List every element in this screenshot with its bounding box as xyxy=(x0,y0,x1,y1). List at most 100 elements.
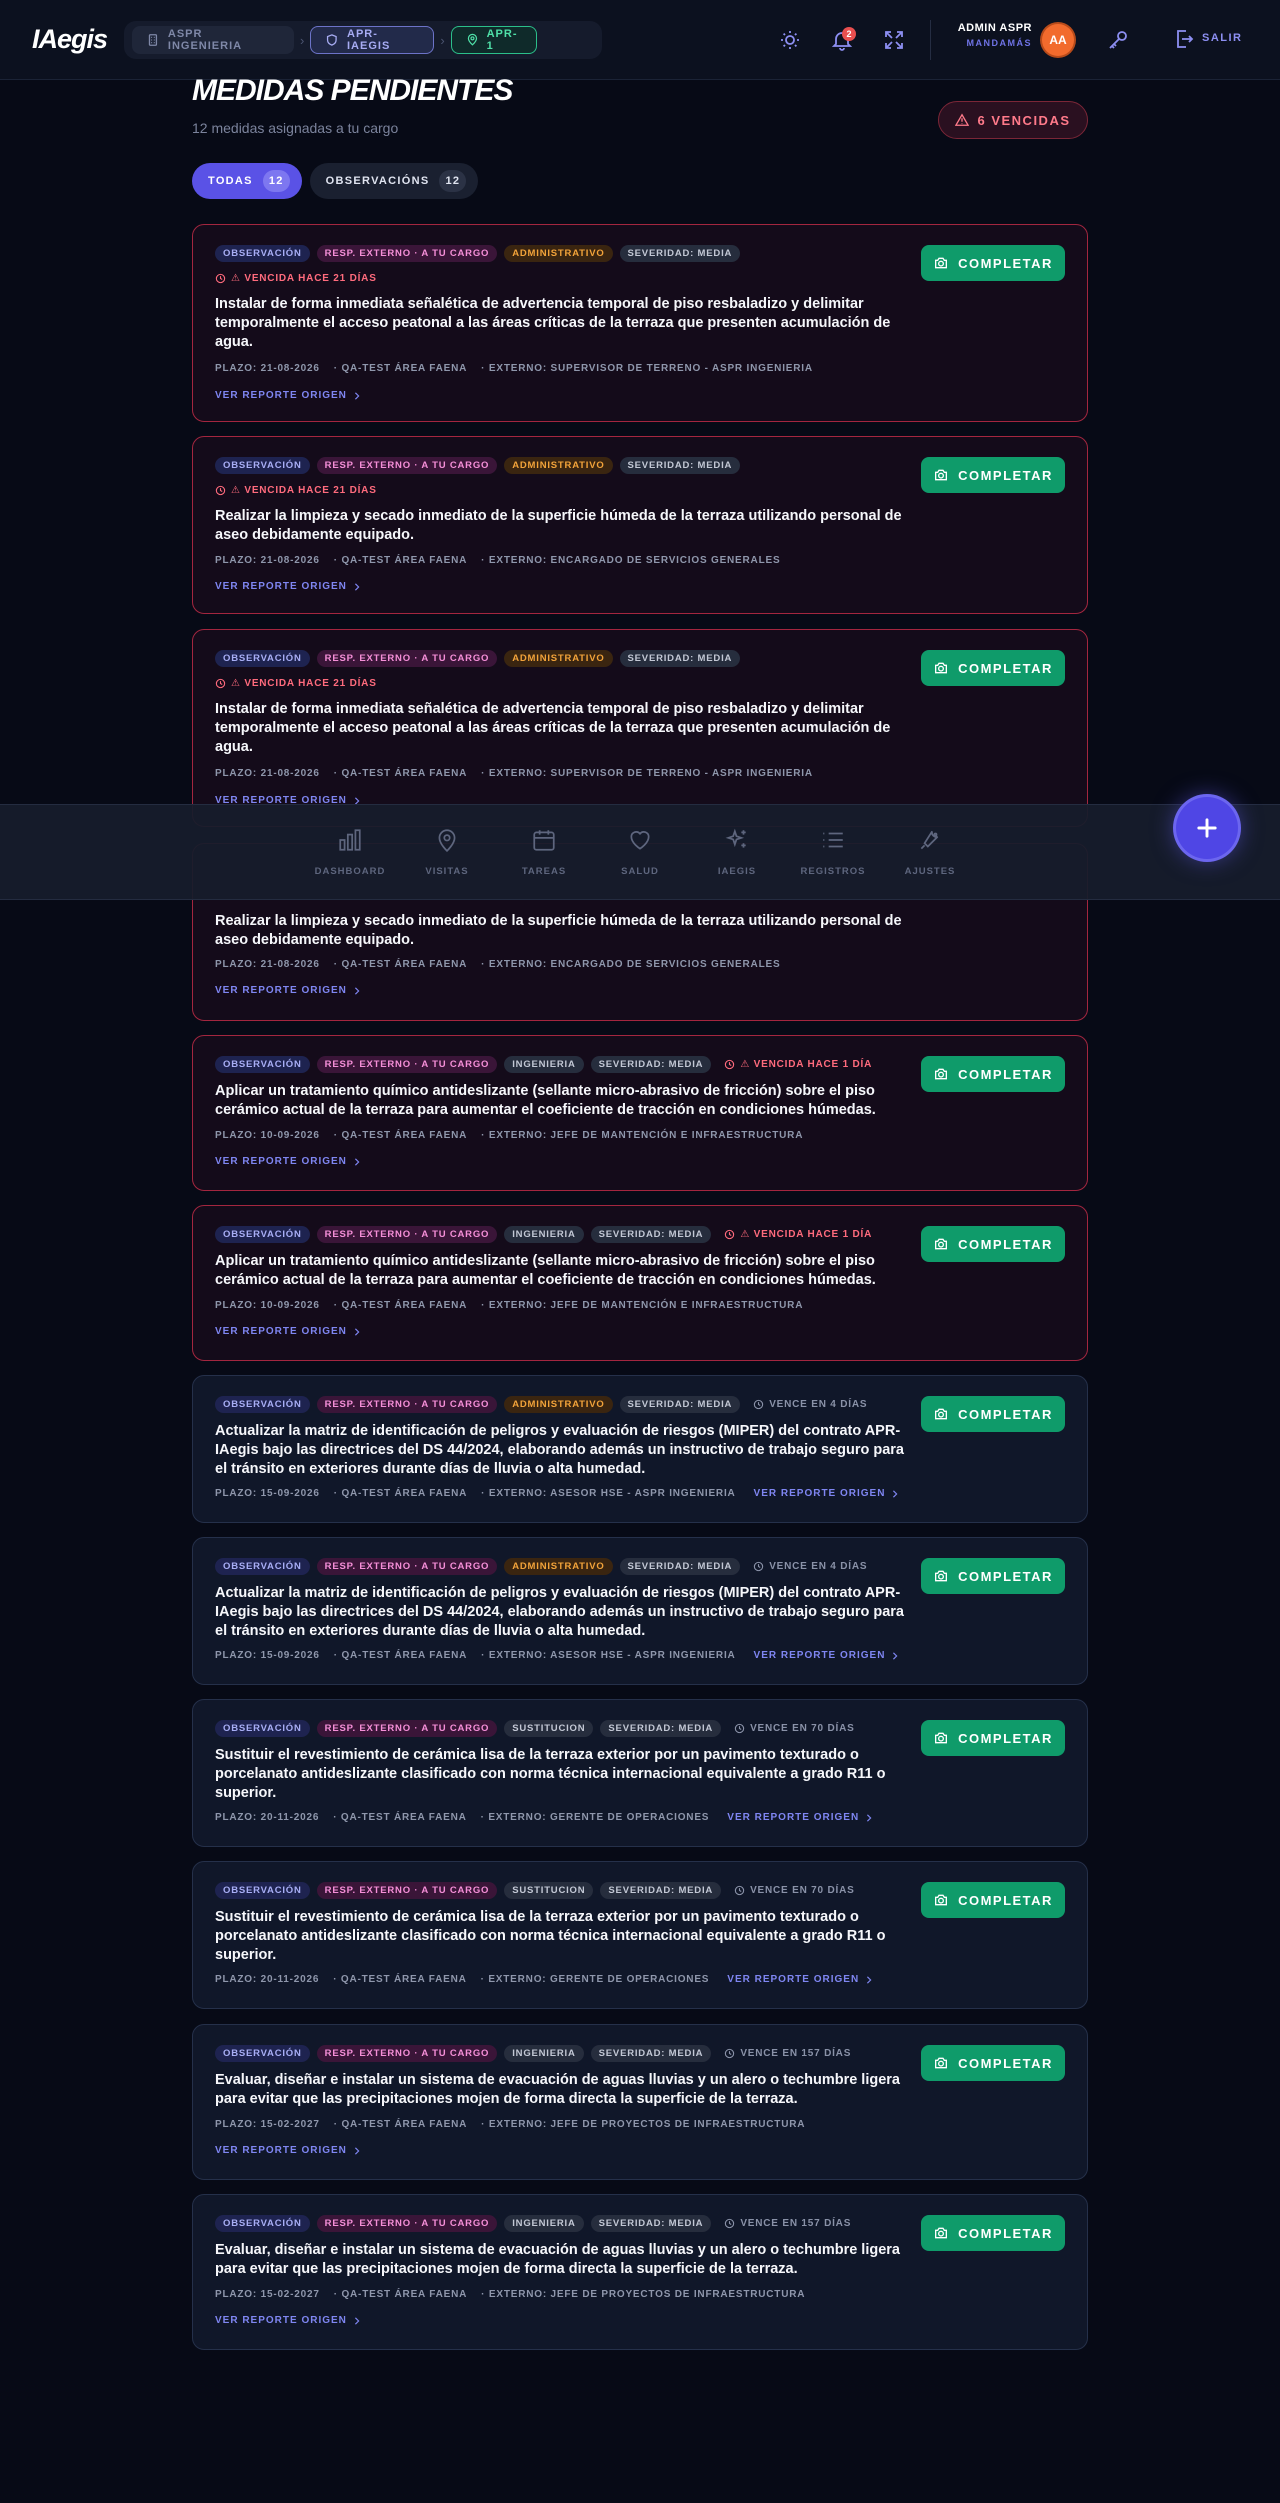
deadline: PLAZO: 21-08-2026 xyxy=(215,768,320,779)
logout-button[interactable]: SALIR xyxy=(1202,32,1243,44)
measure-card: OBSERVACIÓN RESP. EXTERNO · A TU CARGO ING… xyxy=(192,1035,1088,1191)
tag-badge: INGENIERIA xyxy=(504,2215,584,2232)
tag-badge: OBSERVACIÓN xyxy=(215,245,310,262)
complete-button[interactable]: COMPLETAR xyxy=(921,1882,1065,1918)
view-source-report-link[interactable]: VER REPORTE ORIGEN xyxy=(215,1156,361,1167)
due-status-label: ⚠ VENCIDA HACE 1 DÍA xyxy=(740,1229,873,1240)
camera-icon xyxy=(935,1238,948,1250)
breadcrumb-site[interactable]: APR-1 xyxy=(450,26,537,54)
view-source-report-link[interactable]: VER REPORTE ORIGEN xyxy=(727,1812,873,1823)
clock-icon xyxy=(725,1059,735,1070)
filter-tab-todas[interactable]: TODAS 12 xyxy=(192,163,302,199)
due-status-label: VENCE EN 4 DÍAS xyxy=(769,1561,868,1572)
complete-button[interactable]: COMPLETAR xyxy=(921,1720,1065,1756)
view-source-report-link[interactable]: VER REPORTE ORIGEN xyxy=(727,1974,873,1985)
camera-icon xyxy=(935,2057,948,2069)
card-tags: OBSERVACIÓN RESP. EXTERNO · A TU CARGO ADM… xyxy=(215,457,741,474)
tag-badge: SEVERIDAD: MEDIA xyxy=(600,1882,722,1899)
complete-button[interactable]: COMPLETAR xyxy=(921,650,1065,686)
view-source-report-link[interactable]: VER REPORTE ORIGEN xyxy=(215,1326,361,1337)
complete-button[interactable]: COMPLETAR xyxy=(921,2215,1065,2251)
view-source-report-link[interactable]: VER REPORTE ORIGEN xyxy=(215,985,361,996)
complete-button[interactable]: COMPLETAR xyxy=(921,245,1065,281)
logout-icon[interactable] xyxy=(1172,27,1196,51)
measure-description: Realizar la limpieza y secado inmediato … xyxy=(215,913,902,948)
measure-card: OBSERVACIÓN RESP. EXTERNO · A TU CARGO ADM… xyxy=(192,436,1088,614)
nav-item-registros[interactable]: REGISTROS xyxy=(793,827,873,877)
complete-label: COMPLETAR xyxy=(958,1236,1053,1252)
add-button[interactable] xyxy=(1176,797,1238,859)
key-icon[interactable] xyxy=(1106,28,1130,52)
camera-icon xyxy=(935,1570,948,1582)
link-label: VER REPORTE ORIGEN xyxy=(215,1156,347,1167)
due-status-label: VENCE EN 4 DÍAS xyxy=(769,1399,868,1410)
area: · QA-TEST ÁREA FAENA xyxy=(333,1300,468,1311)
measure-card: OBSERVACIÓN RESP. EXTERNO · A TU CARGO ADM… xyxy=(192,224,1088,422)
filter-tab-label: OBSERVACIÓNS xyxy=(325,175,430,187)
view-source-report-link[interactable]: VER REPORTE ORIGEN xyxy=(754,1650,900,1661)
complete-button[interactable]: COMPLETAR xyxy=(921,1558,1065,1594)
view-source-report-link[interactable]: VER REPORTE ORIGEN xyxy=(215,390,361,401)
view-source-report-link[interactable]: VER REPORTE ORIGEN xyxy=(215,581,361,592)
chevron-right-icon xyxy=(354,582,360,591)
view-source-report-link[interactable]: VER REPORTE ORIGEN xyxy=(215,2315,361,2326)
complete-label: COMPLETAR xyxy=(958,1406,1053,1422)
measure-meta: PLAZO: 21-08-2026 · QA-TEST ÁREA FAENA · E… xyxy=(215,768,813,779)
area: · QA-TEST ÁREA FAENA xyxy=(333,1650,468,1661)
tag-badge: OBSERVACIÓN xyxy=(215,457,310,474)
due-status: VENCE EN 70 DÍAS xyxy=(734,1723,855,1734)
app-logo[interactable]: IAegis xyxy=(32,24,108,55)
expand-icon[interactable] xyxy=(882,28,906,52)
location-pin-icon xyxy=(467,33,477,46)
due-status: ⚠ VENCIDA HACE 1 DÍA xyxy=(724,1059,872,1070)
clock-icon xyxy=(215,678,226,689)
complete-button[interactable]: COMPLETAR xyxy=(921,2045,1065,2081)
link-label: VER REPORTE ORIGEN xyxy=(215,2315,347,2326)
nav-item-iaegis[interactable]: IAEGIS xyxy=(697,827,777,877)
nav-item-tareas[interactable]: TAREAS xyxy=(504,827,584,877)
chevron-right-icon xyxy=(354,1327,360,1336)
complete-button[interactable]: COMPLETAR xyxy=(921,1396,1065,1432)
complete-label: COMPLETAR xyxy=(958,255,1053,271)
deadline: PLAZO: 10-09-2026 xyxy=(215,1130,320,1141)
area: · QA-TEST ÁREA FAENA xyxy=(333,1130,468,1141)
tag-badge: ADMINISTRATIVO xyxy=(504,1558,613,1575)
view-source-report-link[interactable]: VER REPORTE ORIGEN xyxy=(754,1488,900,1499)
camera-icon xyxy=(935,662,948,674)
camera-icon xyxy=(935,1732,948,1744)
complete-button[interactable]: COMPLETAR xyxy=(921,1226,1065,1262)
complete-label: COMPLETAR xyxy=(958,467,1053,483)
due-status-label: ⚠ VENCIDA HACE 21 DÍAS xyxy=(231,273,377,284)
nav-label: REGISTROS xyxy=(800,866,866,877)
measure-description: Evaluar, diseñar e instalar un sistema d… xyxy=(215,2242,900,2277)
sun-icon[interactable] xyxy=(778,28,802,52)
chevron-right-icon xyxy=(354,2316,360,2325)
nav-item-ajustes[interactable]: AJUSTES xyxy=(890,827,970,877)
tag-badge: SEVERIDAD: MEDIA xyxy=(590,2045,712,2062)
breadcrumb-contract[interactable]: APR-IAEGIS xyxy=(310,26,435,54)
filter-tab-observaciones[interactable]: OBSERVACIÓNS 12 xyxy=(309,163,479,199)
complete-button[interactable]: COMPLETAR xyxy=(921,1056,1065,1092)
avatar[interactable]: AA xyxy=(1042,24,1074,56)
tag-badge: OBSERVACIÓN xyxy=(215,2215,310,2232)
nav-item-salud[interactable]: SALUD xyxy=(600,827,680,877)
measure-description: Evaluar, diseñar e instalar un sistema d… xyxy=(215,2072,900,2107)
link-label: VER REPORTE ORIGEN xyxy=(215,985,347,996)
nav-label: SALUD xyxy=(621,866,659,877)
breadcrumb-company[interactable]: ASPR INGENIERIA xyxy=(132,26,294,54)
calendar-icon xyxy=(533,830,555,851)
complete-button[interactable]: COMPLETAR xyxy=(921,457,1065,493)
nav-item-visitas[interactable]: VISITAS xyxy=(407,827,487,877)
tag-badge: OBSERVACIÓN xyxy=(215,650,310,667)
nav-item-dashboard[interactable]: DASHBOARD xyxy=(310,827,390,877)
chevron-right-icon xyxy=(354,1157,360,1166)
view-source-report-link[interactable]: VER REPORTE ORIGEN xyxy=(215,2145,361,2156)
deadline: PLAZO: 21-08-2026 xyxy=(215,363,320,374)
measure-meta: PLAZO: 20-11-2026 · QA-TEST ÁREA FAENA · E… xyxy=(215,1812,873,1823)
overdue-count-badge[interactable]: 6 VENCIDAS xyxy=(938,101,1088,139)
user-info[interactable]: ADMIN ASPR MANDAMÁS xyxy=(940,22,1032,48)
responsible: · EXTERNO: SUPERVISOR DE TERRENO - ASPR … xyxy=(481,768,813,779)
tag-badge: INGENIERIA xyxy=(504,2045,584,2062)
nav-label: IAEGIS xyxy=(717,866,757,877)
nav-label: TAREAS xyxy=(521,866,567,877)
